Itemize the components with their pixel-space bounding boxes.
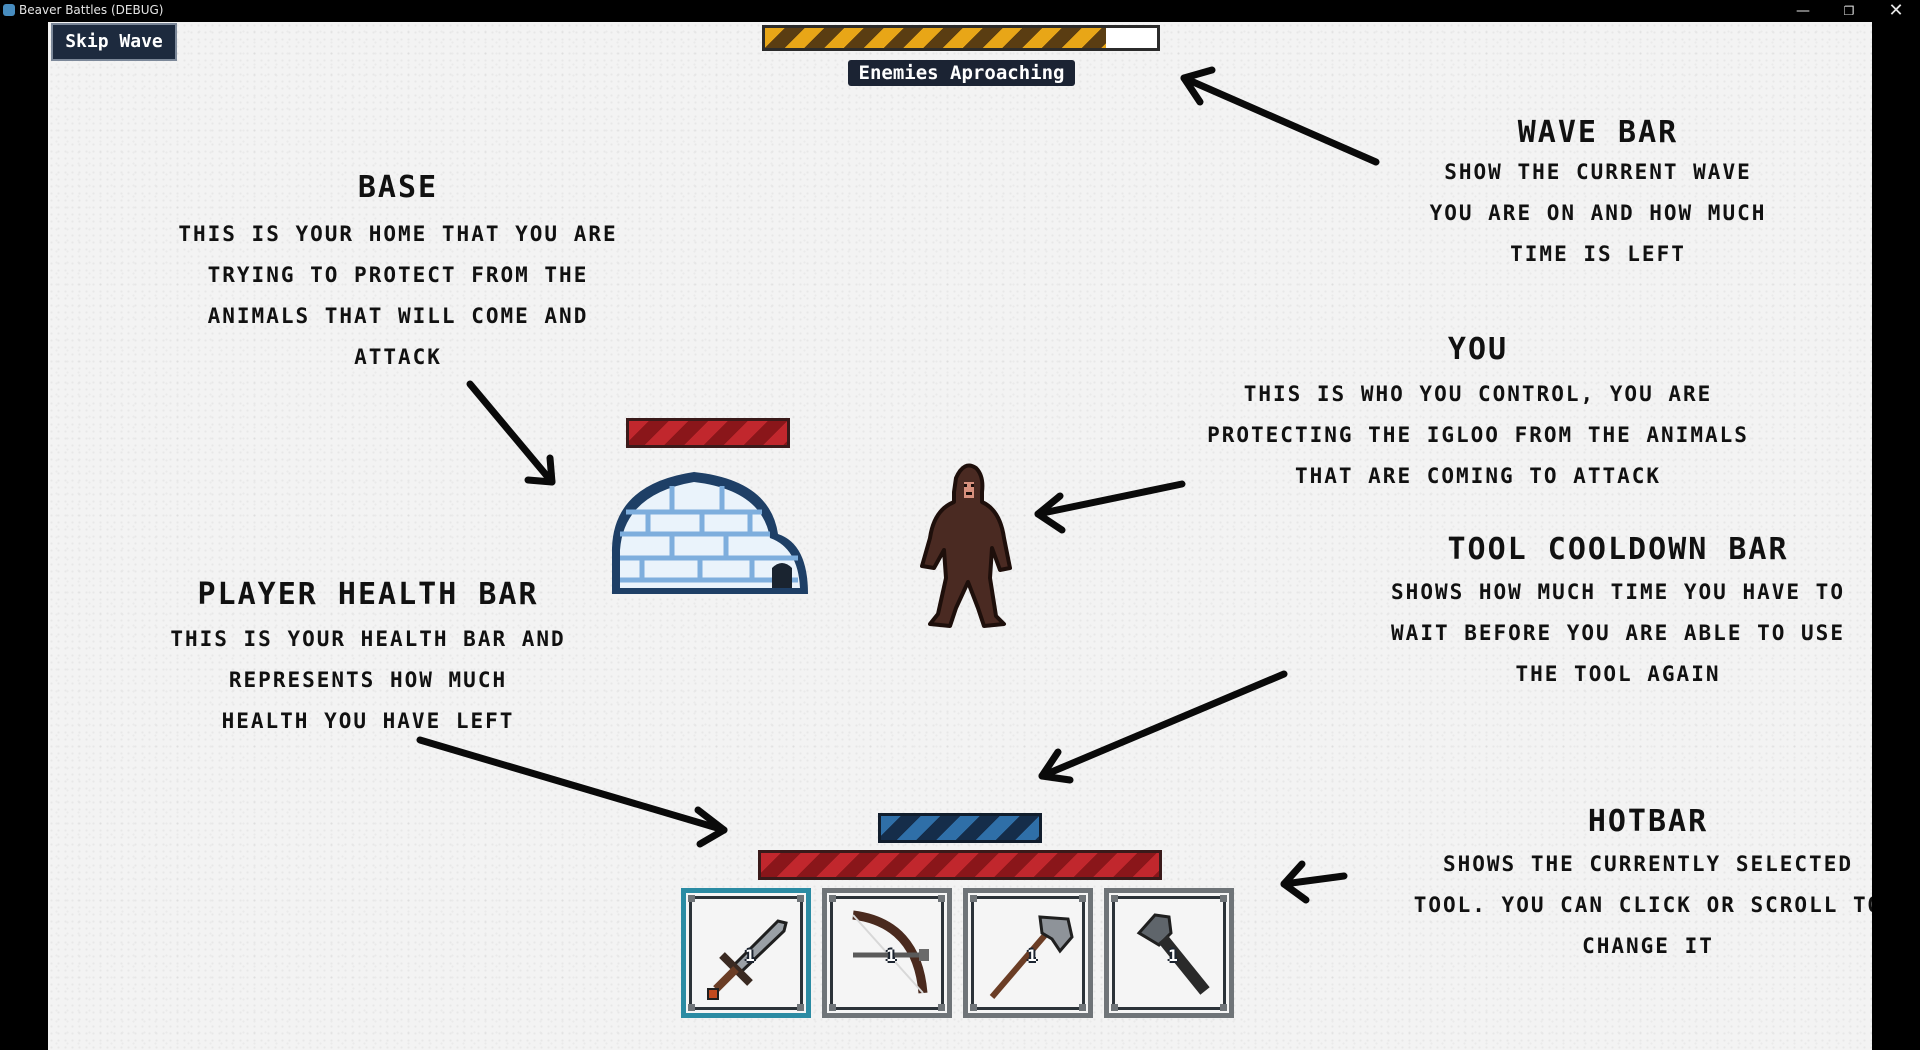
arrow-to-hotbar [1280, 860, 1348, 904]
window-title-bar[interactable]: Beaver Battles (DEBUG) — ❐ ✕ [0, 0, 1920, 22]
annotation-arrows [416, 66, 1380, 904]
arrow-to-player [1034, 480, 1186, 534]
app-icon [3, 4, 15, 16]
minimize-button[interactable]: — [1780, 0, 1826, 22]
maximize-button[interactable]: ❐ [1826, 0, 1872, 22]
game-viewport[interactable]: Skip Wave Enemies Aproaching 1 1 1 1 BAS… [48, 22, 1872, 1050]
arrow-to-cooldown-bar [1038, 670, 1288, 784]
arrow-to-wave-bar [1180, 66, 1380, 166]
window-title: Beaver Battles (DEBUG) [19, 3, 164, 17]
arrow-to-player-health-bar [416, 736, 728, 848]
close-button[interactable]: ✕ [1873, 0, 1919, 22]
arrow-to-base [466, 380, 556, 486]
